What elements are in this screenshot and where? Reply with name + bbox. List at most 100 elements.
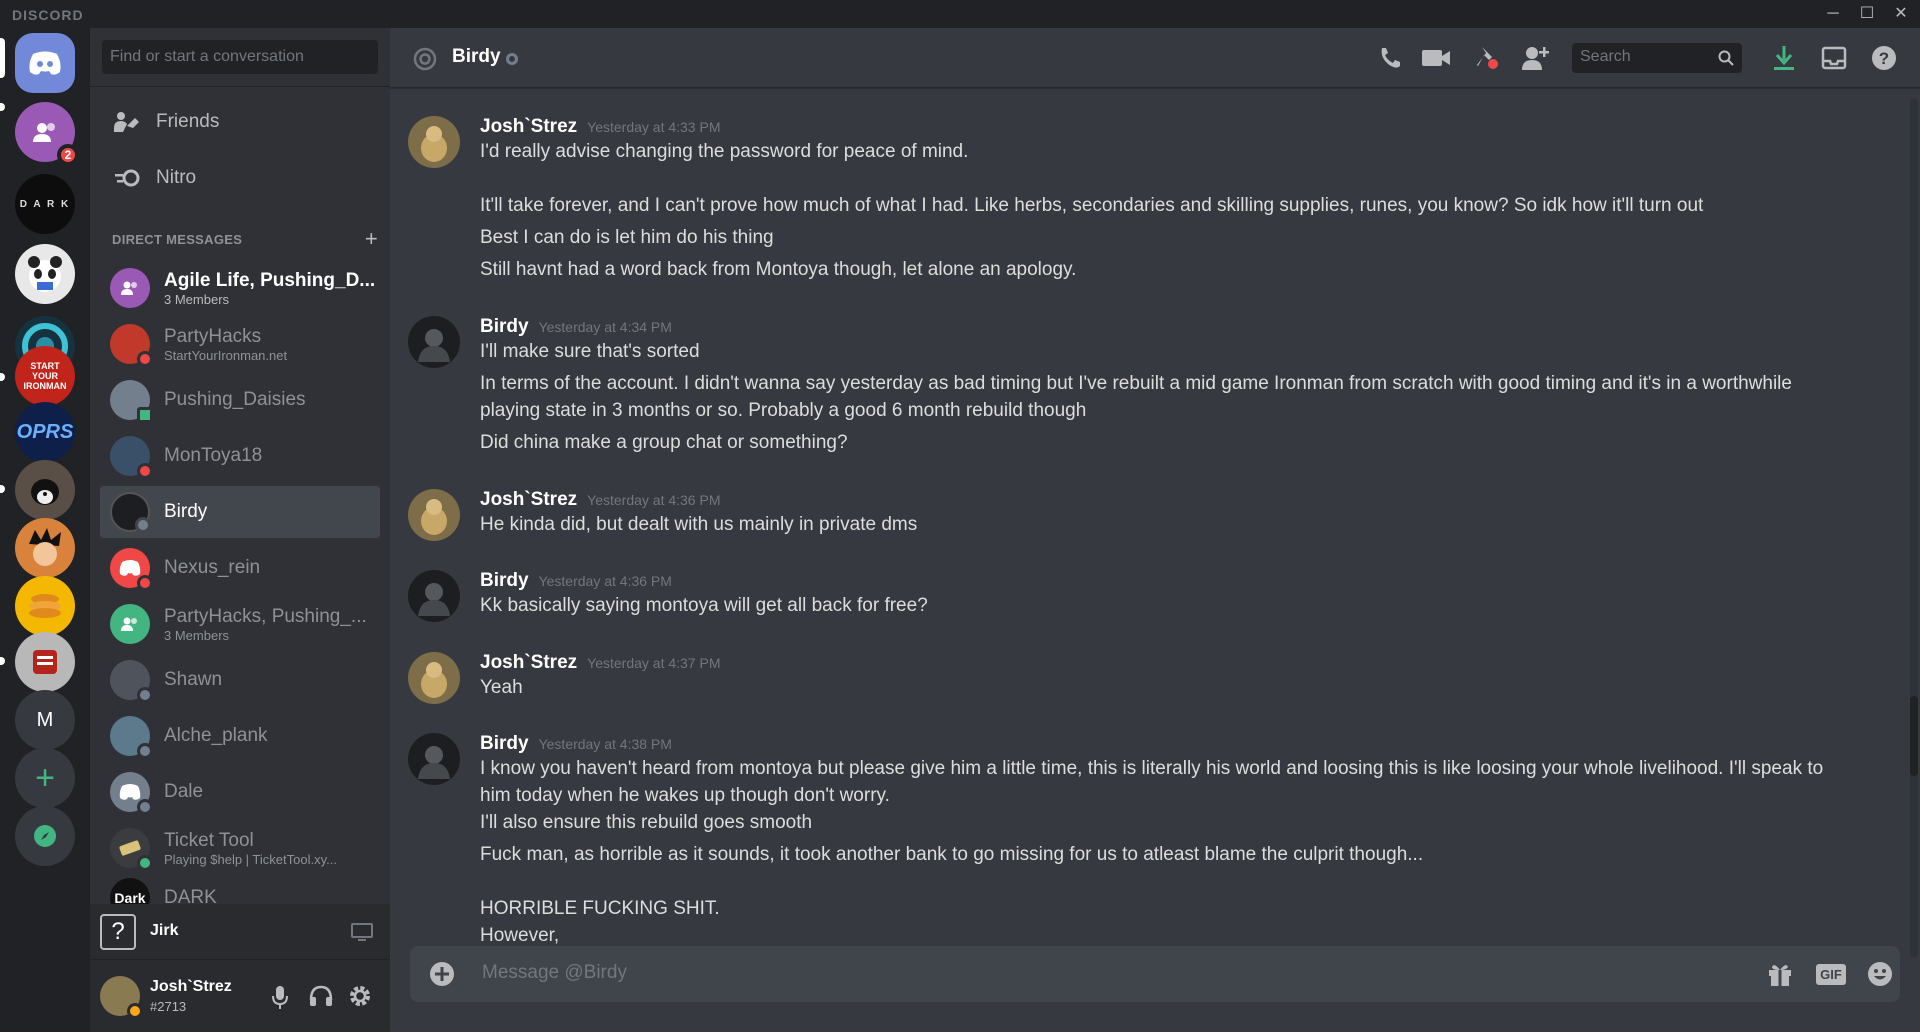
author-avatar[interactable] xyxy=(408,316,460,368)
dm-item[interactable]: Pushing_Daisies xyxy=(100,374,380,426)
nav-label: Friends xyxy=(156,111,220,132)
pinned-messages-button[interactable] xyxy=(1470,42,1502,74)
plus-icon: + xyxy=(35,758,55,797)
author-avatar[interactable] xyxy=(408,570,460,622)
selected-server-pill xyxy=(0,38,5,78)
title-bar: DISCORD ─ ☐ ✕ xyxy=(0,0,1920,28)
author-name[interactable]: Josh`Strez xyxy=(480,652,577,674)
dm-item-active[interactable]: Birdy xyxy=(100,486,380,538)
voice-call-button[interactable] xyxy=(1374,42,1406,74)
add-server-button[interactable]: + xyxy=(15,748,75,808)
discord-default-avatar-icon xyxy=(119,560,141,576)
nav-friends[interactable]: Friends xyxy=(100,98,380,146)
author-name[interactable]: Birdy xyxy=(480,316,529,338)
scrollbar-thumb[interactable] xyxy=(1910,696,1918,776)
chat-header: Birdy Search ? xyxy=(390,28,1920,88)
settings-gear-icon[interactable] xyxy=(348,984,372,1008)
avatar xyxy=(110,548,153,591)
discord-default-avatar-icon xyxy=(119,784,141,800)
maximize-button[interactable]: ☐ xyxy=(1850,2,1884,26)
author-name[interactable]: Josh`Strez xyxy=(480,116,577,138)
server-red[interactable] xyxy=(15,632,75,692)
message-composer[interactable]: Message @Birdy GIF xyxy=(410,946,1900,1002)
discord-logo-icon xyxy=(29,51,61,75)
server-m[interactable]: M xyxy=(15,690,75,750)
server-oprs[interactable]: OPRS xyxy=(15,402,75,462)
status-offline-icon xyxy=(137,687,153,703)
chat-search-input[interactable]: Search xyxy=(1572,43,1742,73)
dm-name: Shawn xyxy=(164,669,223,690)
download-apps-button[interactable] xyxy=(1768,42,1800,74)
server-anime[interactable] xyxy=(15,518,75,578)
explore-servers-button[interactable] xyxy=(15,806,75,866)
message-list: Josh`Strez Yesterday at 4:33 PM I'd reall… xyxy=(390,88,1920,968)
author-avatar[interactable] xyxy=(408,116,460,168)
add-friend-to-dm-button[interactable] xyxy=(1520,42,1552,74)
message-text: He kinda did, but dealt with us mainly i… xyxy=(480,514,918,535)
emoji-button[interactable] xyxy=(1864,958,1896,990)
author-name[interactable]: Josh`Strez xyxy=(480,489,577,511)
dm-item[interactable]: Shawn xyxy=(100,654,380,706)
help-button[interactable]: ? xyxy=(1868,42,1900,74)
microphone-icon[interactable] xyxy=(270,984,290,1010)
message-text: It'll take forever, and I can't prove ho… xyxy=(480,195,1704,216)
server-dog[interactable] xyxy=(15,460,75,520)
author-name[interactable]: Birdy xyxy=(480,570,529,592)
dm-item[interactable]: PartyHacks, Pushing_... 3 Members xyxy=(100,598,380,650)
server-dark[interactable]: D A R K xyxy=(15,174,75,234)
direct-messages-header: DIRECT MESSAGES + xyxy=(112,228,378,250)
server-panda[interactable] xyxy=(15,244,75,304)
dm-item[interactable]: PartyHacks StartYourIronman.net xyxy=(100,318,380,370)
close-button[interactable]: ✕ xyxy=(1884,2,1918,26)
dm-item[interactable]: Agile Life, Pushing_D... 3 Members xyxy=(100,262,380,314)
dm-item[interactable]: Nexus_rein xyxy=(100,542,380,594)
search-icon xyxy=(1718,50,1734,66)
scrollbar-track[interactable] xyxy=(1910,98,1918,958)
status-dnd-icon xyxy=(137,351,153,367)
headphones-icon[interactable] xyxy=(308,984,334,1008)
status-dnd-icon xyxy=(137,463,153,479)
author-avatar[interactable] xyxy=(408,489,460,541)
create-dm-button[interactable]: + xyxy=(365,228,378,250)
video-call-button[interactable] xyxy=(1420,42,1452,74)
server-pancake[interactable] xyxy=(15,576,75,636)
recipient-name: Birdy xyxy=(452,46,501,67)
author-avatar[interactable] xyxy=(408,733,460,785)
minimize-button[interactable]: ─ xyxy=(1816,2,1850,26)
mention-badge: 2 xyxy=(57,144,79,166)
message-timestamp: Yesterday at 4:36 PM xyxy=(587,492,721,508)
upload-button[interactable] xyxy=(426,958,458,990)
friends-icon xyxy=(114,112,139,132)
dm-item[interactable]: MonToya18 xyxy=(100,430,380,482)
dm-name: Pushing_Daisies xyxy=(164,389,306,410)
avatar xyxy=(110,772,153,815)
avatar xyxy=(110,828,153,871)
gif-button[interactable]: GIF xyxy=(1814,958,1848,990)
gift-button[interactable] xyxy=(1764,958,1796,990)
status-offline-icon xyxy=(137,799,153,815)
unread-pill xyxy=(0,103,5,111)
dm-name: Agile Life, Pushing_D... xyxy=(164,269,376,291)
dm-item[interactable]: Dale xyxy=(100,766,380,818)
screen-share-icon[interactable] xyxy=(350,922,374,942)
video-camera-icon xyxy=(1422,50,1450,66)
dm-item[interactable]: Ticket Tool Playing $help | TicketTool.xy… xyxy=(100,822,380,874)
nav-nitro[interactable]: Nitro xyxy=(100,154,380,202)
dm-name: Birdy xyxy=(164,501,208,522)
user-avatar[interactable] xyxy=(100,976,143,1019)
author-name[interactable]: Birdy xyxy=(480,733,529,755)
dm-item[interactable]: Alche_plank xyxy=(100,710,380,762)
dm-search-input[interactable]: Find or start a conversation xyxy=(102,40,378,74)
unread-pill xyxy=(0,485,5,493)
home-button[interactable] xyxy=(15,33,75,93)
message-text: Fuck man, as horrible as it sounds, it t… xyxy=(480,844,1424,865)
server-groups[interactable]: 2 xyxy=(15,102,79,166)
avatar xyxy=(110,492,151,533)
inbox-button[interactable] xyxy=(1818,42,1850,74)
message-text: However, xyxy=(480,925,560,946)
server-start-your-ironman[interactable]: START YOUR IRONMAN xyxy=(15,346,75,406)
gift-icon xyxy=(1769,965,1791,986)
dm-subtext: 3 Members xyxy=(164,291,230,307)
author-avatar[interactable] xyxy=(408,652,460,704)
message-input[interactable]: Message @Birdy xyxy=(482,962,627,984)
